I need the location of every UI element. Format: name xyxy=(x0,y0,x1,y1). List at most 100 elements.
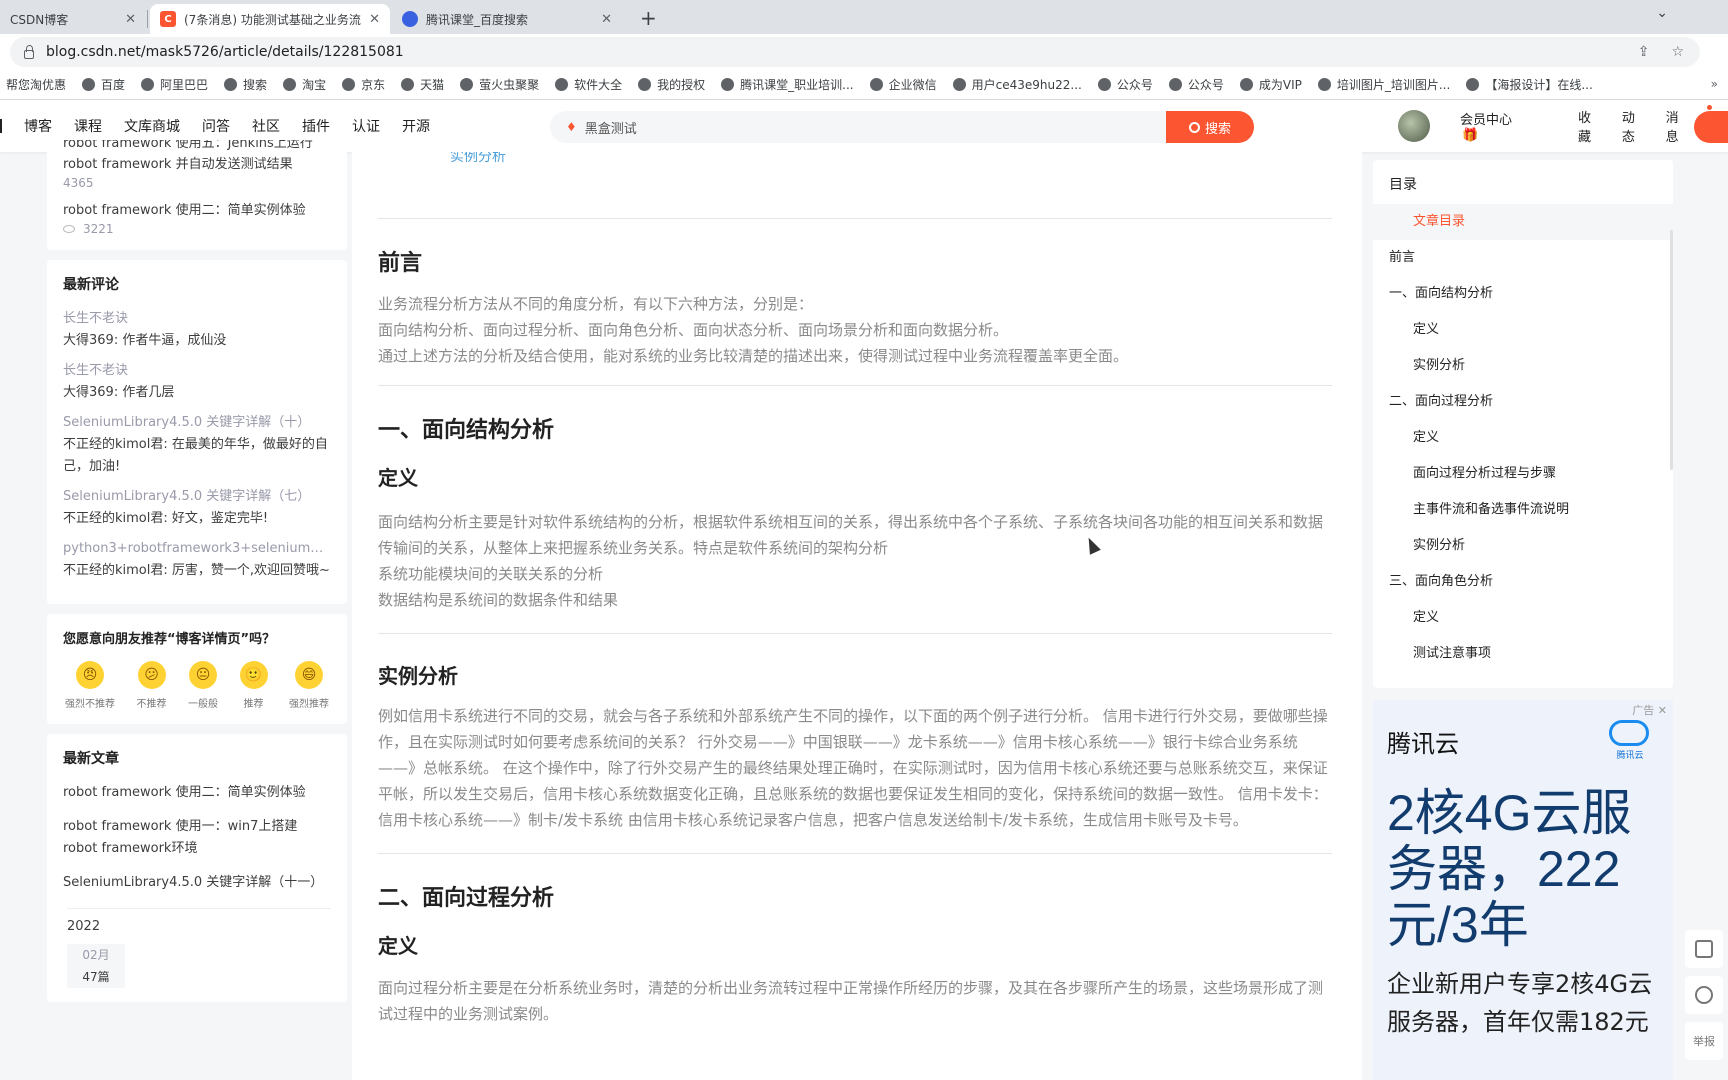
comment-article-title[interactable]: SeleniumLibrary4.5.0 关键字详解（七） xyxy=(63,486,331,508)
favorites-link[interactable]: 收藏 xyxy=(1578,107,1600,145)
comment-body[interactable]: 不正经的kimol君: 在最美的年华，做最好的自己，加油! xyxy=(63,434,331,478)
toc-item[interactable]: 实例分析 xyxy=(1373,348,1673,384)
comment-article-title[interactable]: 长生不老诀 xyxy=(63,360,331,382)
tab-close-icon[interactable]: ✕ xyxy=(601,12,612,27)
ad-banner[interactable]: 广告 ✕ 腾讯云 腾讯云 2核4G云服务器，222元/3年 企业新用户专享2核4… xyxy=(1373,700,1673,1080)
recent-article-item[interactable]: robot framework 使用二：简单实例体验 xyxy=(63,782,331,804)
bookmark-item[interactable]: 我的授权 xyxy=(638,76,705,93)
bookmark-item[interactable]: 【海报设计】在线... xyxy=(1466,76,1593,93)
comment-body[interactable]: 不正经的kimol君: 好文，鉴定完毕! xyxy=(63,508,331,530)
nav-qa[interactable]: 问答 xyxy=(202,116,230,136)
recommend-option-label: 不推荐 xyxy=(136,699,167,710)
bookmark-item[interactable]: 软件大全 xyxy=(555,76,622,93)
archive-month-box[interactable]: 02月 47篇 xyxy=(67,944,125,988)
address-bar: blog.csdn.net/mask5726/article/details/1… xyxy=(0,34,1728,70)
comment-article-title[interactable]: SeleniumLibrary4.5.0 关键字详解（十） xyxy=(63,412,331,434)
toc-item[interactable]: 定义 xyxy=(1373,600,1673,636)
tab-active-article[interactable]: C (7条消息) 功能测试基础之业务流 ✕ xyxy=(150,4,390,34)
bookmark-item[interactable]: 培训图片_培训图片... xyxy=(1317,76,1450,93)
toc-item[interactable]: 主事件流和备选事件流说明 xyxy=(1373,492,1673,528)
comment-body[interactable]: 不正经的kimol君: 厉害，赞一个,欢迎回赞哦~ xyxy=(63,560,331,582)
bookmark-item[interactable]: 企业微信 xyxy=(869,76,937,93)
dynamic-link[interactable]: 动态 xyxy=(1622,107,1644,145)
bookmarks-overflow-icon[interactable]: » xyxy=(1711,77,1718,91)
recommend-option[interactable]: 🙂 推荐 xyxy=(239,661,268,710)
toc-item[interactable]: 定义 xyxy=(1373,312,1673,348)
bookmark-item[interactable]: 阿里巴巴 xyxy=(141,76,208,93)
bookmark-label: 阿里巴巴 xyxy=(160,78,209,92)
ad-tag[interactable]: 广告 ✕ xyxy=(1632,702,1667,718)
toc-item[interactable]: 面向过程分析过程与步骤 xyxy=(1373,456,1673,492)
bookmark-item[interactable]: 成为VIP xyxy=(1239,76,1302,93)
bookmark-item[interactable]: 用户ce43e9hu22... xyxy=(952,76,1082,93)
nav-community[interactable]: 社区 xyxy=(252,116,280,136)
edit-icon[interactable] xyxy=(1685,930,1723,968)
bookmark-item[interactable]: 腾讯课堂_职业培训... xyxy=(721,76,854,93)
avatar[interactable] xyxy=(1398,110,1430,142)
share-icon[interactable]: ⇪ xyxy=(1638,44,1650,60)
vip-center-link[interactable]: 会员中心🎁 xyxy=(1460,109,1556,143)
bookmark-item[interactable]: 天猫 xyxy=(401,76,444,93)
lock-icon[interactable] xyxy=(24,44,34,59)
toc-item[interactable]: 三、面向角色分析 xyxy=(1373,564,1673,600)
edit-glyph xyxy=(1695,940,1713,958)
recommend-title: 您愿意向朋友推荐“博客详情页”吗？ xyxy=(63,632,276,647)
bookmark-item[interactable]: 百度 xyxy=(82,76,125,93)
comment-article-title[interactable]: python3+robotframework3+selenium3分... xyxy=(63,538,331,560)
tab-search-chevron-icon[interactable]: ⌄ xyxy=(1656,5,1668,21)
cloud-icon xyxy=(1609,720,1649,746)
new-tab-button[interactable]: + xyxy=(640,6,657,30)
archive-count: 47篇 xyxy=(82,970,110,984)
toc-item[interactable]: 测试注意事项 xyxy=(1373,636,1673,672)
comment-body[interactable]: 大得369: 作者牛逼，成仙没 xyxy=(63,330,331,352)
nav-library[interactable]: 文库商城 xyxy=(124,116,180,136)
recent-article-item[interactable]: robot framework 使用一：win7上搭建robot framewo… xyxy=(63,816,331,860)
recommend-option[interactable]: 😄 强烈推荐 xyxy=(289,661,329,710)
bookmark-item[interactable]: 搜索 xyxy=(224,76,267,93)
recent-article-item[interactable]: SeleniumLibrary4.5.0 关键字详解（十一） xyxy=(63,872,331,894)
bookmark-item[interactable]: 公众号 xyxy=(1168,76,1224,93)
tab-csdn-blog[interactable]: CSDN博客 ✕ xyxy=(0,4,146,34)
recommend-option[interactable]: 😕 不推荐 xyxy=(137,661,167,710)
toc-item[interactable]: 二、面向过程分析 xyxy=(1373,384,1673,420)
hot-article-item[interactable]: robot framework 并自动发送测试结果 xyxy=(63,154,331,176)
bookmark-label: 公众号 xyxy=(1116,78,1153,92)
nav-opensource[interactable]: 开源 xyxy=(402,116,430,136)
bookmark-item[interactable]: 萤火虫聚聚 xyxy=(460,76,539,93)
headset-icon[interactable] xyxy=(1685,976,1723,1014)
nav-course[interactable]: 课程 xyxy=(74,116,102,136)
csdn-logo-edge[interactable] xyxy=(0,119,6,133)
bookmark-item[interactable]: 京东 xyxy=(342,76,385,93)
report-button[interactable]: 举报 xyxy=(1685,1022,1723,1060)
bookmark-star-icon[interactable]: ☆ xyxy=(1671,44,1684,60)
inline-toc-link[interactable]: 实例分析 xyxy=(450,152,506,166)
toc-item[interactable]: 前言 xyxy=(1373,240,1673,276)
toc-item[interactable]: 实例分析 xyxy=(1373,528,1673,564)
nav-plugin[interactable]: 插件 xyxy=(302,116,330,136)
bookmark-item[interactable]: 帮您淘优惠 xyxy=(6,76,66,93)
comment-body[interactable]: 大得369: 作者几层 xyxy=(63,382,331,404)
hot-article-item[interactable]: robot framework 使用五：Jenkins上运行 xyxy=(63,140,331,154)
tab-close-icon[interactable]: ✕ xyxy=(125,12,136,27)
hot-article-item[interactable]: robot framework 使用二：简单实例体验 xyxy=(63,200,331,222)
url-omnibox[interactable]: blog.csdn.net/mask5726/article/details/1… xyxy=(10,37,1700,67)
archive-year[interactable]: 2022 xyxy=(67,908,331,934)
toc-item[interactable]: 文章目录 xyxy=(1373,204,1673,240)
nav-blog[interactable]: 博客 xyxy=(24,116,52,136)
search-button[interactable]: 搜索 xyxy=(1166,111,1254,143)
recommend-option[interactable]: 😠 强烈不推荐 xyxy=(65,661,115,710)
tab-baidu-search[interactable]: 腾讯课堂_百度搜索 ✕ xyxy=(392,4,622,34)
nav-cert[interactable]: 认证 xyxy=(352,116,380,136)
toc-item[interactable]: 一、面向结构分析 xyxy=(1373,276,1673,312)
bookmark-item[interactable]: 淘宝 xyxy=(283,76,326,93)
recommend-option[interactable]: 😐 一般般 xyxy=(188,661,218,710)
search-input[interactable]: ♦ 黑盒测试 xyxy=(550,111,1166,143)
unread-dot xyxy=(1707,105,1713,110)
tab-close-icon[interactable]: ✕ xyxy=(369,12,380,27)
url-text[interactable]: blog.csdn.net/mask5726/article/details/1… xyxy=(46,44,404,60)
bookmark-item[interactable]: 公众号 xyxy=(1097,76,1153,93)
write-button[interactable] xyxy=(1694,111,1728,143)
toc-item[interactable]: 定义 xyxy=(1373,420,1673,456)
toc-scrollbar[interactable] xyxy=(1670,230,1673,470)
comment-article-title[interactable]: 长生不老诀 xyxy=(63,308,331,330)
